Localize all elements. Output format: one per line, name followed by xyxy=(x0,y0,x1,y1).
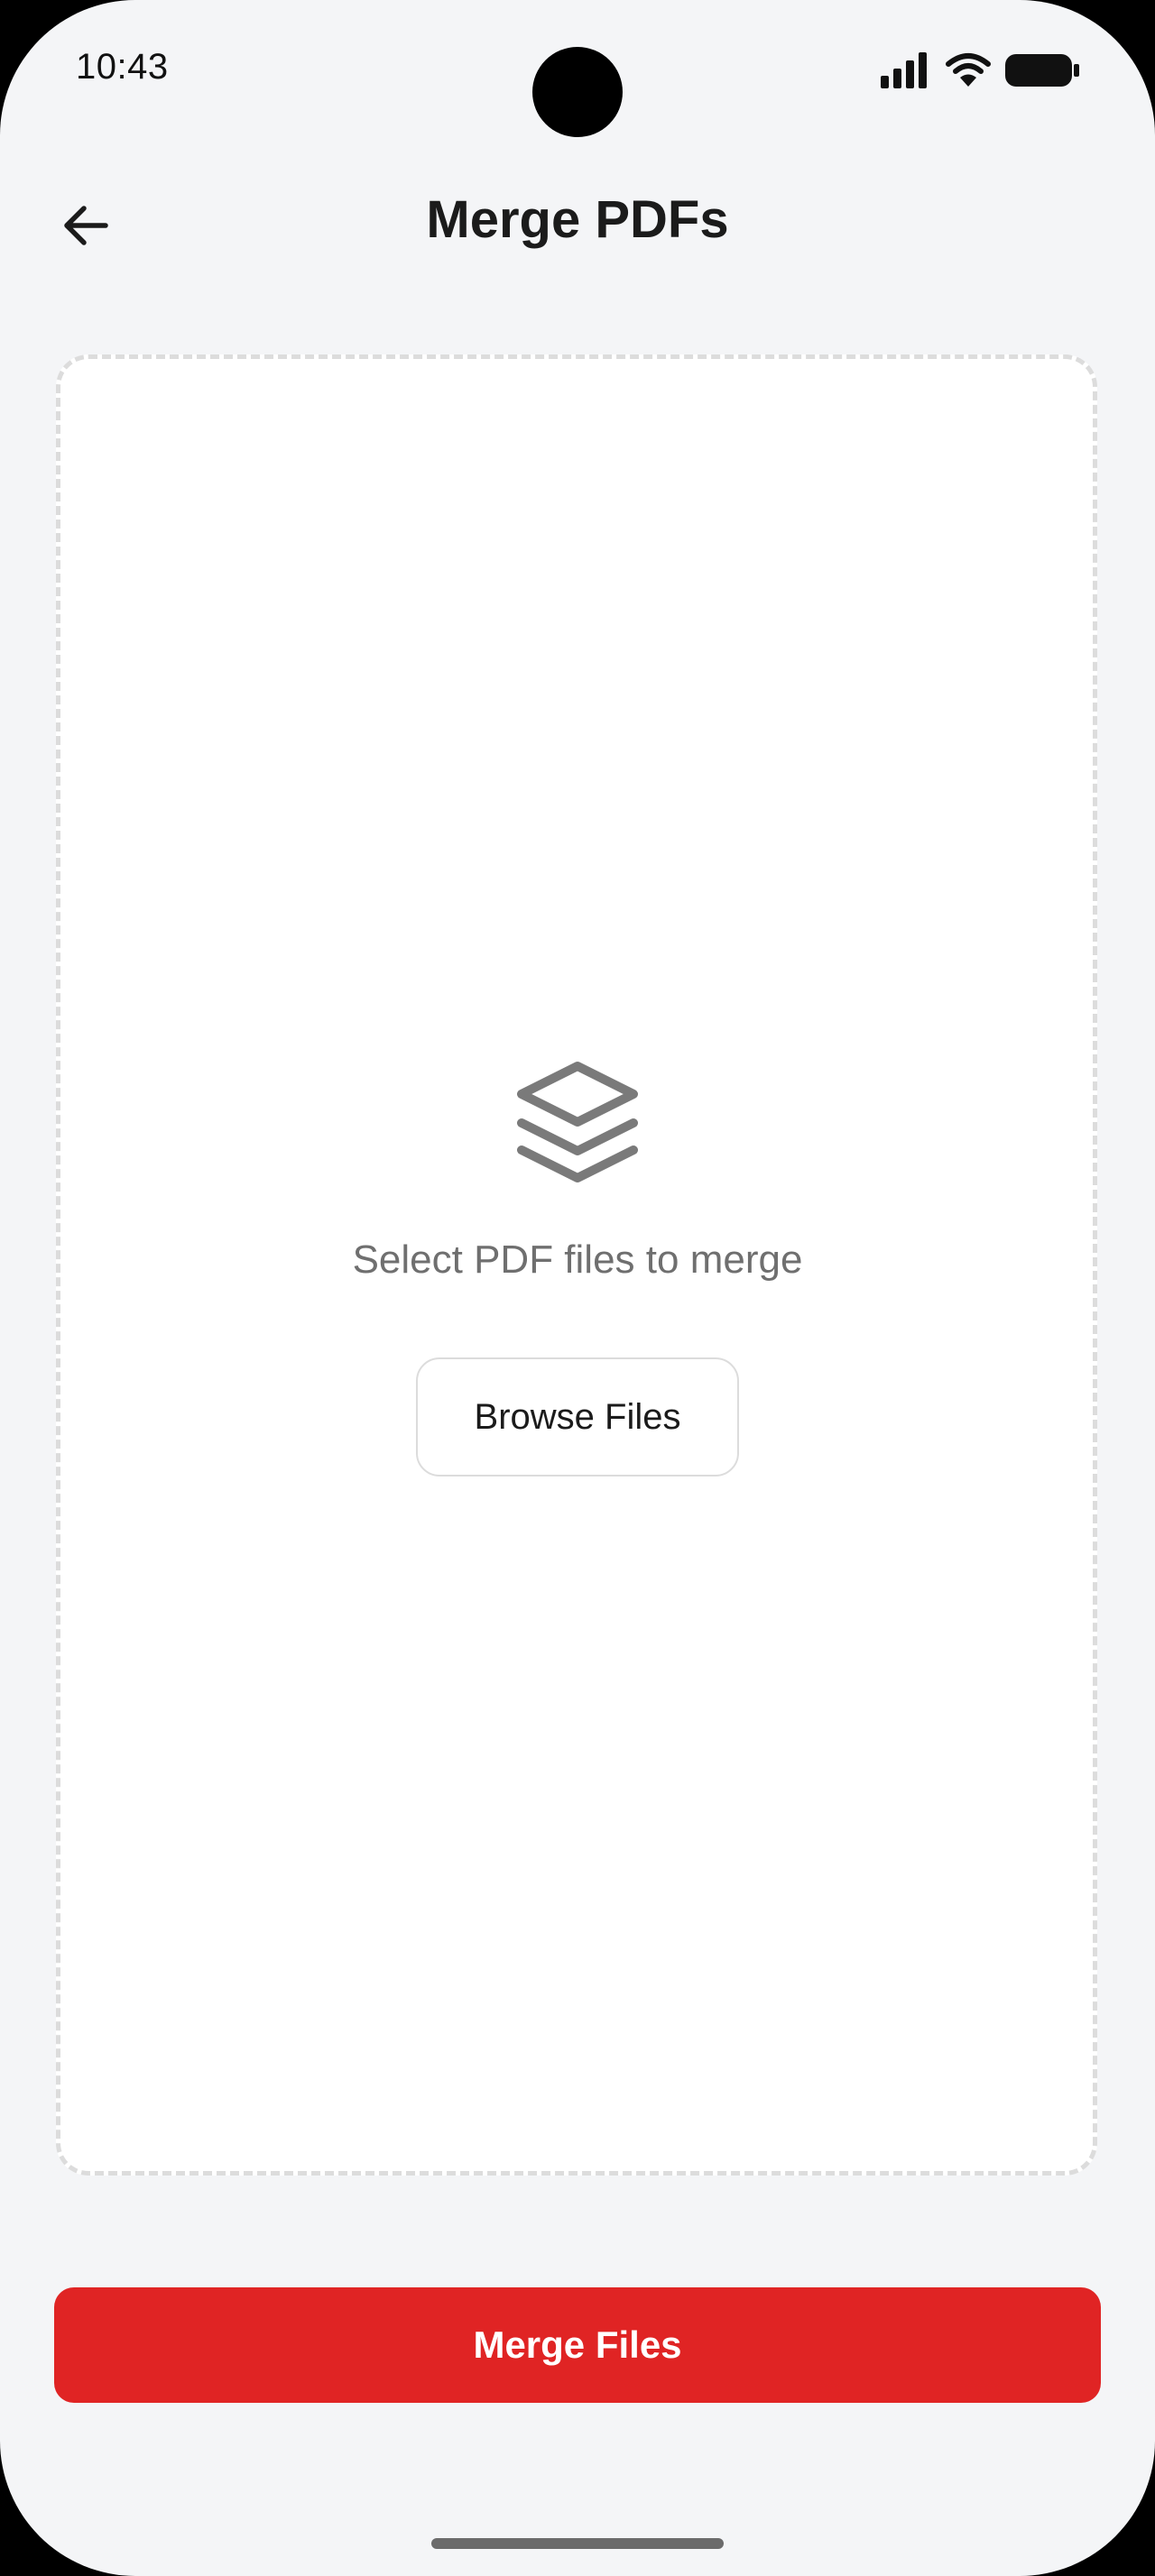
front-camera xyxy=(532,47,623,137)
app-header: Merge PDFs xyxy=(0,171,1155,271)
drop-zone-prompt: Select PDF files to merge xyxy=(352,1237,803,1282)
browse-files-button[interactable]: Browse Files xyxy=(416,1357,739,1477)
merge-files-button[interactable]: Merge Files xyxy=(54,2287,1101,2403)
status-icons xyxy=(881,51,1079,90)
phone-screen: 10:43 Merge PDFs Select PDF files to mer… xyxy=(0,0,1155,2576)
home-indicator[interactable] xyxy=(431,2538,724,2549)
status-time: 10:43 xyxy=(76,47,169,87)
page-title: Merge PDFs xyxy=(426,190,729,249)
battery-icon xyxy=(1005,54,1079,87)
layers-icon xyxy=(517,1062,638,1182)
wifi-icon xyxy=(946,53,991,87)
signal-icon xyxy=(881,52,927,88)
status-bar: 10:43 xyxy=(0,0,1155,137)
